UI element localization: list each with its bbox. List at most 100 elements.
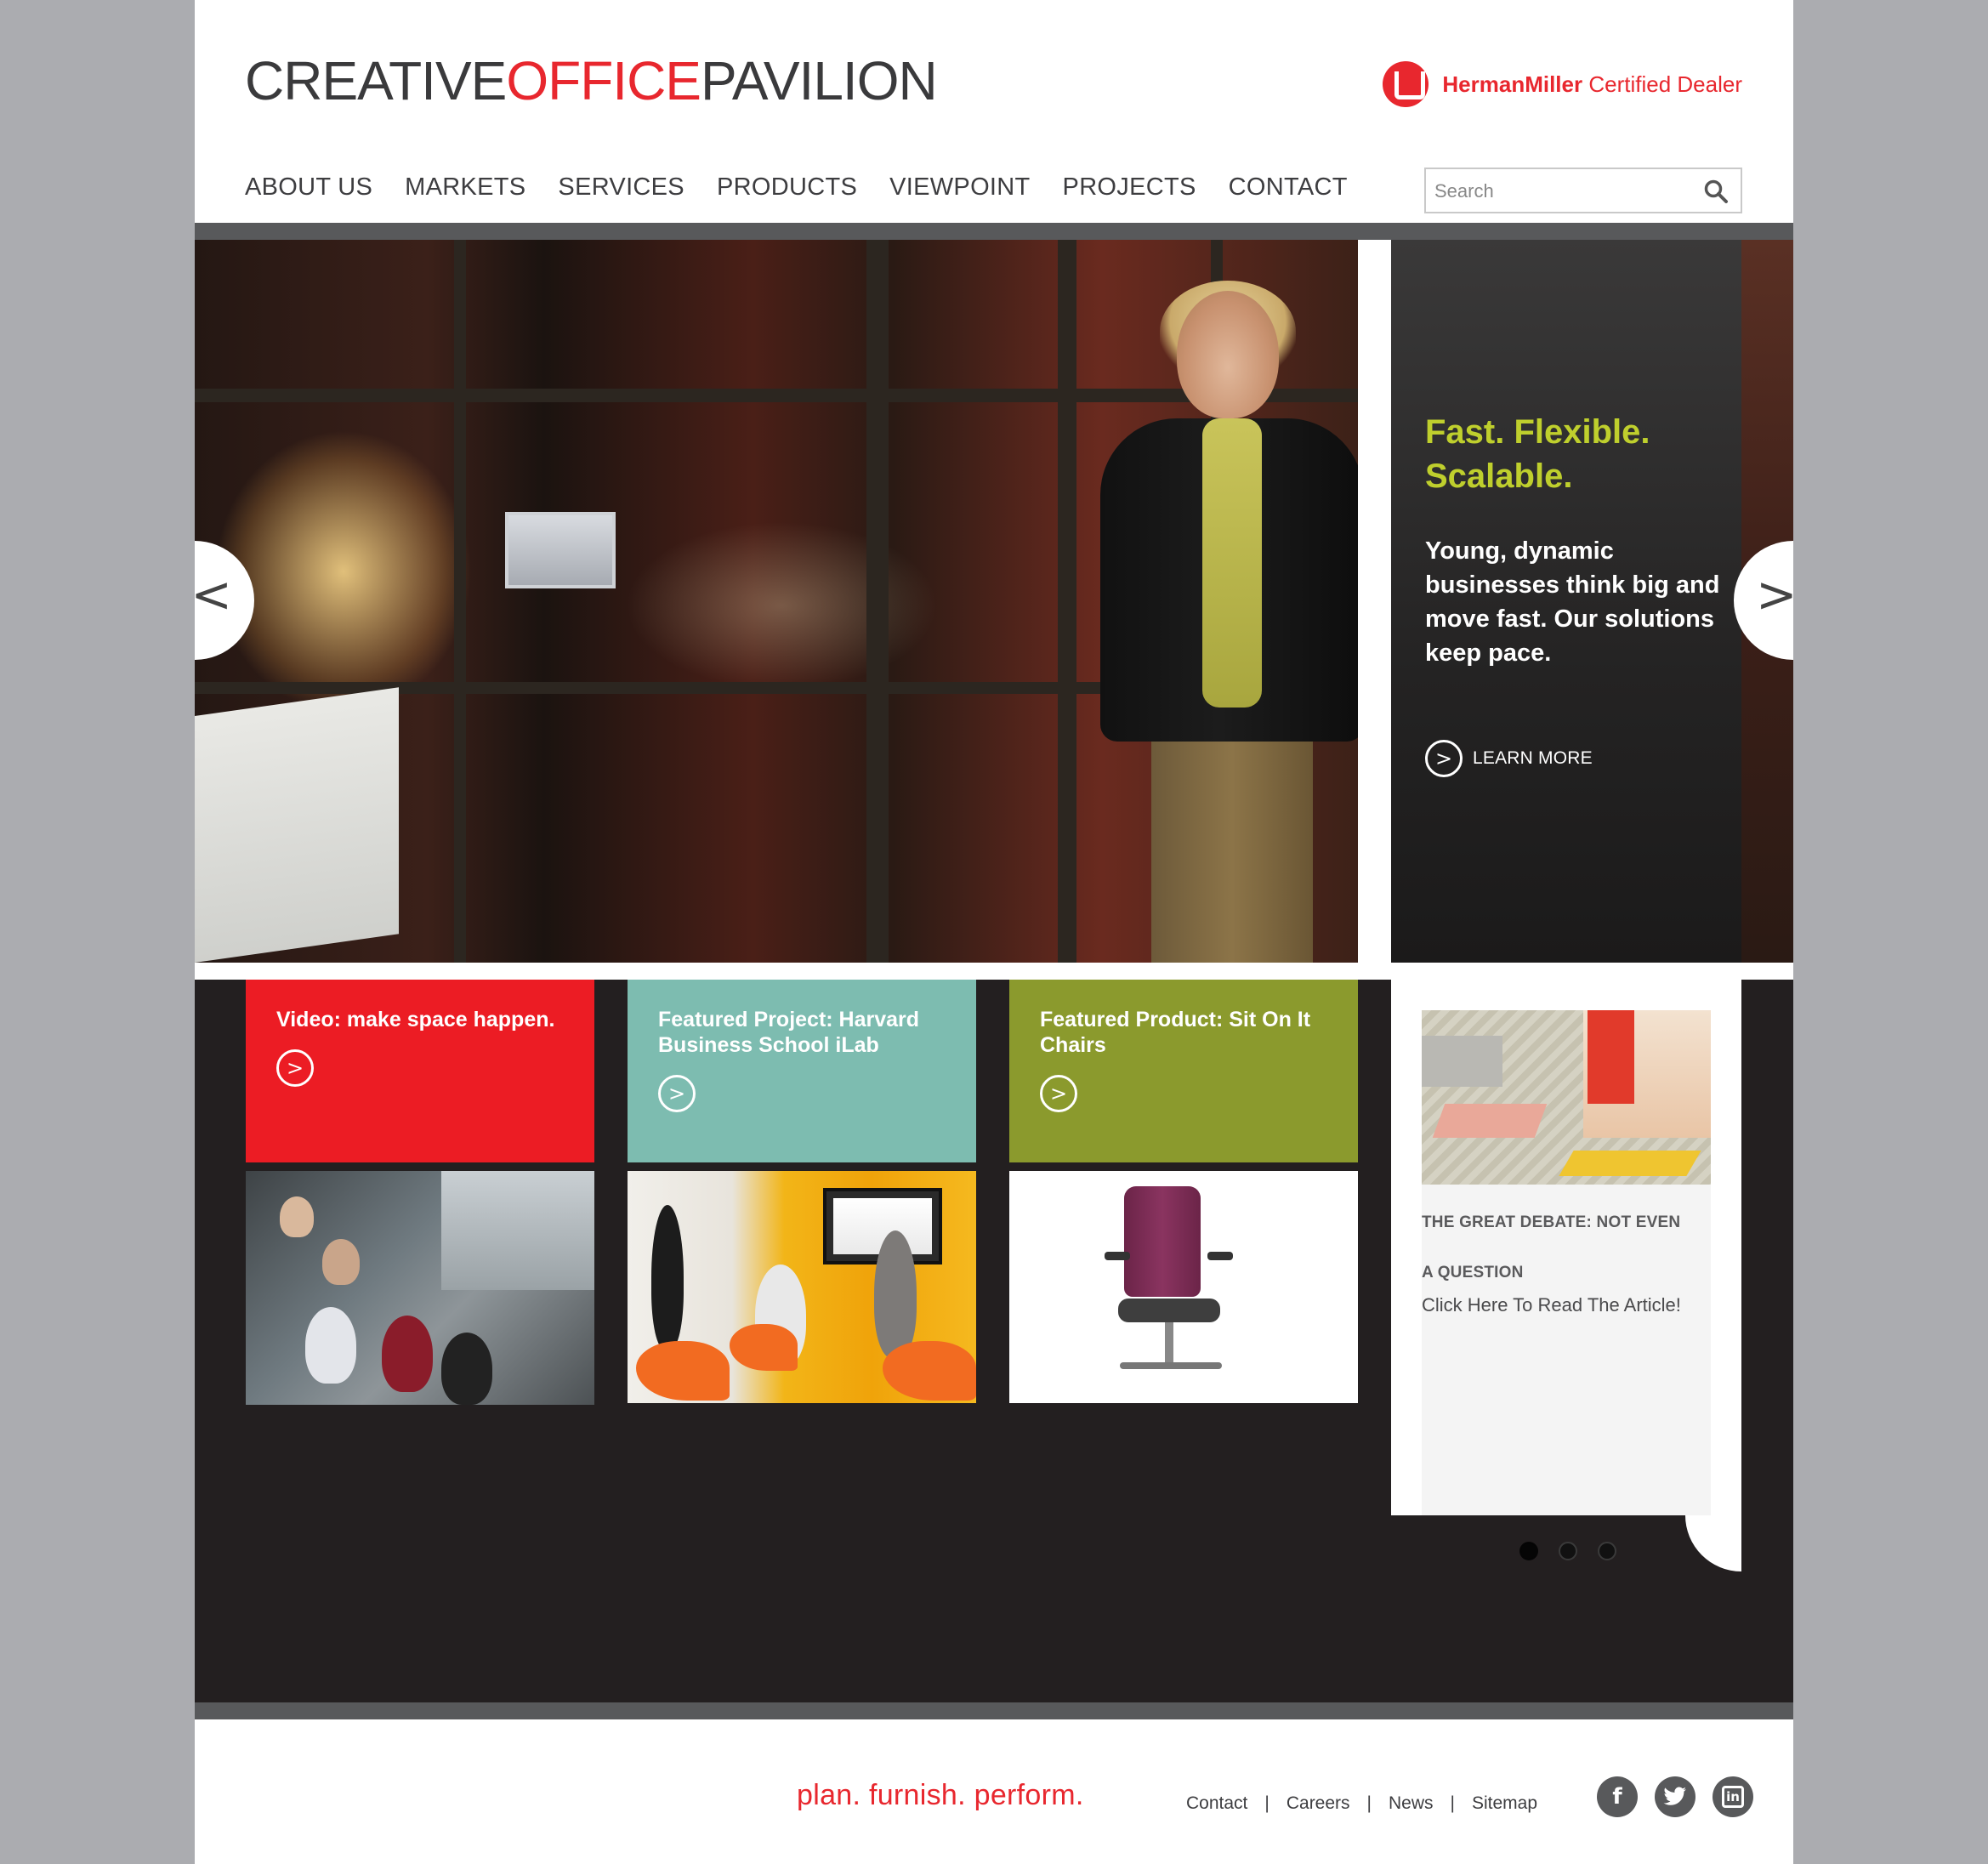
- linkedin-icon[interactable]: in: [1713, 1776, 1753, 1817]
- feature-card-project: Featured Project: Harvard Business Schoo…: [628, 980, 976, 1403]
- window-frame: [866, 240, 889, 963]
- feature-card-title: Video: make space happen.: [276, 1008, 555, 1031]
- nav-item-viewpoint[interactable]: VIEWPOINT: [889, 173, 1030, 202]
- feature-card-image[interactable]: [246, 1171, 594, 1405]
- computer-monitor: [505, 512, 616, 588]
- hero-slider: Fast. Flexible. Scalable. Young, dynamic…: [195, 240, 1793, 963]
- chevron-left-icon: <: [195, 565, 232, 623]
- chair-arm: [1207, 1252, 1233, 1260]
- page: CREATIVEOFFICEPAVILION HermanMiller Cert…: [195, 0, 1793, 1864]
- chair-arm: [1105, 1252, 1130, 1260]
- dealer-text: HermanMiller Certified Dealer: [1442, 71, 1742, 98]
- person: [441, 1333, 492, 1405]
- linkedin-glyph: in: [1722, 1786, 1744, 1808]
- site-logo[interactable]: CREATIVEOFFICEPAVILION: [245, 50, 938, 111]
- herman-miller-dealer-badge[interactable]: HermanMiller Certified Dealer: [1383, 61, 1742, 107]
- twitter-bird-glyph: [1663, 1787, 1686, 1805]
- feature-card-image[interactable]: [628, 1171, 976, 1403]
- chevron-right-icon: >: [1756, 565, 1793, 623]
- hero-photo: [195, 240, 1358, 963]
- illustration-rug: [1559, 1151, 1701, 1176]
- features-section: Video: make space happen. > Featured Pro…: [195, 980, 1793, 1702]
- social-links: f in: [1597, 1776, 1753, 1817]
- arrow-right-circle-icon[interactable]: >: [1040, 1075, 1077, 1112]
- footer-tagline: plan. furnish. perform.: [797, 1779, 1084, 1811]
- footer-link-news[interactable]: News: [1389, 1793, 1434, 1814]
- footer-separator: |: [1264, 1793, 1269, 1813]
- dealer-brand: HermanMiller: [1442, 71, 1583, 97]
- article-illustration: [1422, 1010, 1711, 1185]
- person: [322, 1239, 360, 1285]
- chair-base: [1120, 1362, 1222, 1369]
- feature-card-image[interactable]: [1009, 1171, 1358, 1403]
- window-frame: [1058, 240, 1076, 963]
- hero-panel-edge: [1358, 240, 1391, 963]
- main-nav: ABOUT US MARKETS SERVICES PRODUCTS VIEWP…: [245, 173, 1348, 202]
- logo-text-creative: CREATIVE: [245, 50, 507, 111]
- feature-card-header[interactable]: Featured Project: Harvard Business Schoo…: [628, 980, 976, 1162]
- person-head: [1177, 291, 1279, 418]
- chair-back: [1124, 1186, 1201, 1297]
- carousel-dot[interactable]: [1598, 1542, 1616, 1560]
- feature-card-title: Featured Project: Harvard Business Schoo…: [658, 1008, 920, 1057]
- carousel-dot[interactable]: [1519, 1542, 1538, 1560]
- person-pants: [1151, 733, 1313, 963]
- illustration-red-block: [1588, 1010, 1634, 1104]
- window-frame: [454, 240, 466, 963]
- feature-card-header[interactable]: Video: make space happen. >: [246, 980, 594, 1162]
- nav-item-services[interactable]: SERVICES: [558, 173, 684, 202]
- footer-link-contact[interactable]: Contact: [1186, 1793, 1247, 1814]
- footer-divider-bar: [195, 1702, 1793, 1719]
- hero-headline: Fast. Flexible. Scalable.: [1425, 413, 1650, 495]
- learn-more-button[interactable]: > LEARN MORE: [1425, 740, 1593, 777]
- footer-link-careers[interactable]: Careers: [1287, 1793, 1350, 1814]
- footer-separator: |: [1450, 1793, 1455, 1813]
- person: [382, 1316, 433, 1392]
- hero-bottom-divider: [195, 963, 1793, 980]
- search-input[interactable]: [1434, 176, 1690, 207]
- person: [305, 1307, 356, 1384]
- nav-item-contact[interactable]: CONTACT: [1229, 173, 1348, 202]
- person: [280, 1196, 314, 1237]
- white-desk: [195, 687, 399, 963]
- illustration-table: [1432, 1104, 1548, 1138]
- nav-item-projects[interactable]: PROJECTS: [1063, 173, 1196, 202]
- feature-card-header[interactable]: Featured Product: Sit On It Chairs >: [1009, 980, 1358, 1162]
- office-wall: [441, 1171, 594, 1290]
- article-card[interactable]: THE GREAT DEBATE: NOT EVEN A QUESTION Cl…: [1422, 1010, 1711, 1515]
- feature-card-product: Featured Product: Sit On It Chairs >: [1009, 980, 1358, 1403]
- carousel-dot[interactable]: [1559, 1542, 1577, 1560]
- person: [651, 1205, 684, 1350]
- search-box: [1424, 168, 1742, 213]
- carousel-dots: [1519, 1542, 1616, 1560]
- herman-miller-logo-icon: [1383, 61, 1429, 107]
- chair-seat: [1118, 1299, 1220, 1322]
- arrow-right-circle-icon: >: [1425, 740, 1463, 777]
- orange-chair: [883, 1341, 976, 1401]
- hero-person-photo: [1100, 281, 1358, 963]
- learn-more-label: LEARN MORE: [1473, 748, 1593, 768]
- orange-chair: [636, 1341, 730, 1401]
- dealer-label: Certified Dealer: [1588, 71, 1742, 97]
- feature-card-video: Video: make space happen. >: [246, 980, 594, 1405]
- nav-item-markets[interactable]: MARKETS: [405, 173, 525, 202]
- article-title: THE GREAT DEBATE: NOT EVEN A QUESTION: [1422, 1213, 1681, 1282]
- nav-item-about-us[interactable]: ABOUT US: [245, 173, 372, 202]
- footer-separator: |: [1366, 1793, 1372, 1813]
- footer-links: Contact | Careers | News | Sitemap: [1186, 1793, 1537, 1814]
- feature-card-title: Featured Product: Sit On It Chairs: [1040, 1008, 1311, 1057]
- hero-body-text: Young, dynamic businesses think big and …: [1425, 537, 1720, 667]
- illustration-panel: [1422, 1036, 1502, 1087]
- article-read-link[interactable]: Click Here To Read The Article!: [1422, 1294, 1711, 1316]
- logo-text-pavilion: PAVILION: [700, 50, 938, 111]
- nav-divider-bar: [195, 223, 1793, 240]
- person-scarf: [1202, 418, 1262, 708]
- nav-item-products[interactable]: PRODUCTS: [717, 173, 857, 202]
- twitter-icon[interactable]: [1655, 1776, 1695, 1817]
- search-icon[interactable]: [1703, 179, 1729, 204]
- facebook-icon[interactable]: f: [1597, 1776, 1638, 1817]
- footer-link-sitemap[interactable]: Sitemap: [1472, 1793, 1537, 1814]
- arrow-right-circle-icon[interactable]: >: [658, 1075, 696, 1112]
- person: [874, 1230, 917, 1358]
- arrow-right-circle-icon[interactable]: >: [276, 1049, 314, 1087]
